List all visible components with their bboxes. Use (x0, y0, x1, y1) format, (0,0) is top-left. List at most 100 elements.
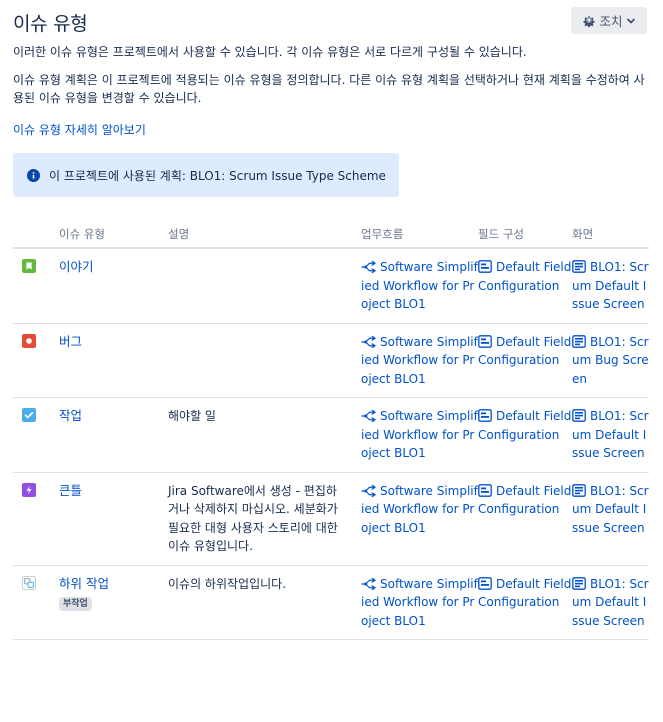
header-description: 설명 (168, 220, 361, 249)
subtask-badge: 부작업 (59, 597, 92, 611)
issue-type-name-link[interactable]: 작업 (59, 408, 82, 423)
issue-type-description: Jira Software에서 생성 - 편집하거나 삭제하지 마십시오. 세분… (168, 472, 361, 566)
issue-type-name-link[interactable]: 하위 작업 (59, 576, 109, 591)
scheme-info-message: 이 프로젝트에 사용된 계획: BLO1: Scrum Issue Type S… (13, 153, 399, 197)
workflow-cell: Software Simplified Workflow for Project… (361, 248, 478, 324)
screen-icon (572, 260, 586, 273)
field-config-cell: Default Field Configuration (478, 565, 572, 640)
field-configuration-link-label: Default Field Configuration (478, 576, 572, 610)
workflow-link-label: Software Simplified Workflow for Project… (361, 576, 478, 628)
workflow-icon (361, 261, 376, 273)
scheme-info-text: 이 프로젝트에 사용된 계획: BLO1: Scrum Issue Type S… (49, 168, 386, 183)
screen-icon (572, 334, 586, 348)
issue-type-name-cell: 큰틀 (59, 472, 168, 566)
issue-types-table: 이슈 유형 설명 업무흐름 필드 구성 화면 이야기 Software Simpl… (13, 220, 649, 640)
screen-link[interactable]: BLO1: Scrum Bug Screen (572, 335, 649, 386)
field-config-cell: Default Field Configuration (478, 472, 572, 566)
header-field-config: 필드 구성 (478, 220, 572, 249)
table-row: 이야기 Software Simplified Workflow for Proj… (13, 248, 649, 324)
workflow-link[interactable]: Software Simplified Workflow for Project… (361, 484, 478, 535)
workflow-link[interactable]: Software Simplified Workflow for Project… (361, 409, 478, 460)
field-configuration-link[interactable]: Default Field Configuration (478, 409, 571, 442)
issue-type-name-link[interactable]: 버그 (59, 334, 82, 349)
issue-type-icon-cell (13, 565, 59, 640)
header-issue-type: 이슈 유형 (59, 220, 168, 249)
workflow-cell: Software Simplified Workflow for Project… (361, 565, 478, 640)
workflow-link-label: Software Simplified Workflow for Project… (361, 483, 478, 535)
workflow-link-label: Software Simplified Workflow for Project… (361, 260, 478, 311)
page-title: 이슈 유형 (13, 13, 88, 35)
workflow-cell: Software Simplified Workflow for Project… (361, 472, 478, 566)
table-row: 하위 작업 부작업 이슈의 하위작업입니다. Software Simplified … (13, 565, 649, 640)
screen-link[interactable]: BLO1: Scrum Default Issue Screen (572, 484, 649, 535)
screen-icon (572, 576, 586, 590)
workflow-link-label: Software Simplified Workflow for Project… (361, 334, 478, 386)
field-configuration-icon (478, 409, 492, 422)
workflow-link[interactable]: Software Simplified Workflow for Project… (361, 577, 478, 628)
field-configuration-icon (478, 576, 492, 590)
table-row: 작업 해야할 일 Software Simplified Workflow for … (13, 397, 649, 473)
table-row: 버그 Software Simplified Workflow for Proje… (13, 323, 649, 398)
intro-text: 이러한 이슈 유형은 프로젝트에서 사용할 수 있습니다. 각 이슈 유형은 서… (13, 45, 527, 59)
subtask-icon (22, 575, 59, 590)
header-workflow: 업무흐름 (361, 220, 478, 249)
issue-type-name-cell: 작업 (59, 397, 168, 473)
header-screen: 화면 (572, 220, 649, 249)
field-configuration-link[interactable]: Default Field Configuration (478, 260, 571, 293)
workflow-link[interactable]: Software Simplified Workflow for Project… (361, 260, 478, 311)
field-configuration-icon (478, 260, 492, 273)
info-icon (27, 168, 40, 182)
table-row: 큰틀 Jira Software에서 생성 - 편집하거나 삭제하지 마십시오. … (13, 472, 649, 566)
field-config-cell: Default Field Configuration (478, 323, 572, 398)
field-configuration-link-label: Default Field Configuration (478, 409, 572, 442)
chevron-down-icon (626, 18, 635, 23)
issue-type-name-link[interactable]: 큰틀 (59, 483, 82, 498)
screen-cell: BLO1: Scrum Default Issue Screen (572, 397, 649, 473)
task-icon (22, 408, 59, 422)
learn-more-link[interactable]: 이슈 유형 자세히 알아보기 (13, 121, 146, 138)
scheme-explanation-text: 이슈 유형 계획은 이 프로젝트에 적용되는 이슈 유형을 정의합니다. 다른 … (13, 73, 645, 105)
story-icon (22, 259, 59, 273)
issue-type-name-link[interactable]: 이야기 (59, 259, 94, 274)
screen-cell: BLO1: Scrum Bug Screen (572, 323, 649, 398)
workflow-link-label: Software Simplified Workflow for Project… (361, 409, 478, 460)
issue-type-name-cell: 하위 작업부작업 (59, 565, 168, 640)
screen-link[interactable]: BLO1: Scrum Default Issue Screen (572, 409, 649, 460)
issue-type-icon-cell (13, 472, 59, 566)
field-config-cell: Default Field Configuration (478, 248, 572, 324)
field-configuration-link[interactable]: Default Field Configuration (478, 484, 571, 517)
field-config-cell: Default Field Configuration (478, 397, 572, 473)
table-header-row: 이슈 유형 설명 업무흐름 필드 구성 화면 (13, 220, 649, 249)
issue-type-name-cell: 버그 (59, 323, 168, 398)
issue-type-description: 이슈의 하위작업입니다. (168, 565, 361, 640)
screen-cell: BLO1: Scrum Default Issue Screen (572, 565, 649, 640)
screen-cell: BLO1: Scrum Default Issue Screen (572, 472, 649, 566)
screen-link[interactable]: BLO1: Scrum Default Issue Screen (572, 577, 649, 628)
field-configuration-link-label: Default Field Configuration (478, 334, 572, 368)
screen-link[interactable]: BLO1: Scrum Default Issue Screen (572, 260, 649, 311)
screen-icon (572, 483, 586, 497)
workflow-icon (361, 484, 376, 497)
gear-icon (583, 15, 595, 27)
header-icon-col (13, 220, 59, 249)
field-configuration-link-label: Default Field Configuration (478, 260, 572, 293)
field-configuration-link[interactable]: Default Field Configuration (478, 577, 571, 610)
issue-type-icon-cell (13, 248, 59, 324)
screen-icon (572, 409, 586, 422)
actions-dropdown-button[interactable]: 조치 (571, 7, 647, 34)
screen-cell: BLO1: Scrum Default Issue Screen (572, 248, 649, 324)
issue-type-description (168, 323, 361, 398)
epic-icon (22, 482, 59, 497)
workflow-cell: Software Simplified Workflow for Project… (361, 323, 478, 398)
workflow-cell: Software Simplified Workflow for Project… (361, 397, 478, 473)
workflow-link[interactable]: Software Simplified Workflow for Project… (361, 335, 478, 386)
issue-type-description: 해야할 일 (168, 397, 361, 473)
field-configuration-icon (478, 334, 492, 348)
field-configuration-link-label: Default Field Configuration (478, 483, 572, 517)
workflow-icon (361, 410, 376, 422)
actions-label: 조치 (599, 14, 623, 29)
issue-type-icon-cell (13, 323, 59, 398)
field-configuration-icon (478, 483, 492, 497)
field-configuration-link[interactable]: Default Field Configuration (478, 335, 571, 368)
workflow-icon (361, 335, 376, 348)
